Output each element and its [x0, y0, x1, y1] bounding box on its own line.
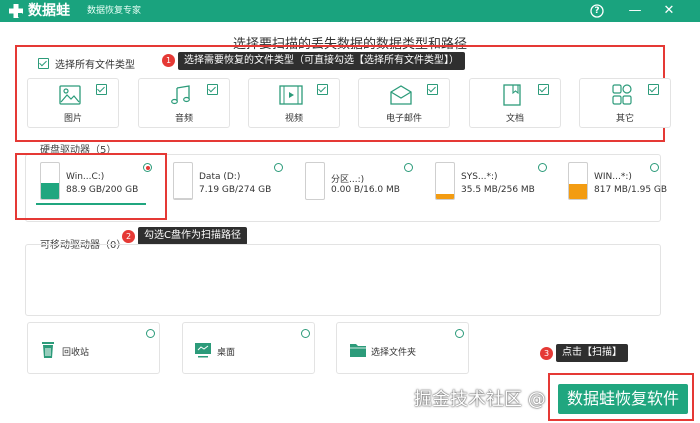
- file-type-email-checkbox[interactable]: [427, 84, 438, 95]
- app-name: 数据蛙: [28, 3, 70, 19]
- location-select-folder-label: 选择文件夹: [371, 348, 417, 358]
- annotation-tip-3: 点击【扫描】: [556, 344, 628, 362]
- file-type-image[interactable]: 图片: [27, 78, 119, 128]
- drive-sys-radio[interactable]: [538, 163, 547, 172]
- location-recycle-bin[interactable]: 回收站: [27, 322, 160, 374]
- annotation-badge-1: 1: [162, 54, 175, 67]
- drive-win[interactable]: WIN...*:) 817 MB/1.95 GB: [568, 160, 692, 206]
- drive-win-name: WIN...*:): [594, 172, 632, 182]
- drive-c-fill: [41, 183, 59, 199]
- help-button[interactable]: ?: [588, 2, 606, 20]
- video-icon: [279, 85, 303, 105]
- desktop-icon: [195, 343, 211, 358]
- drive-sys-size: 35.5 MB/256 MB: [461, 185, 535, 195]
- annotation-badge-3: 3: [540, 347, 553, 360]
- drive-d-disk-icon: [173, 162, 193, 200]
- image-icon: [59, 85, 81, 105]
- annotation-tip-1: 选择需要恢复的文件类型（可直接勾选【选择所有文件类型】）: [178, 52, 465, 70]
- drive-sys-name: SYS...*:): [461, 172, 498, 182]
- app-logo-icon: [9, 4, 23, 18]
- watermark-text: 掘金技术社区 @: [414, 389, 546, 410]
- drive-sys-disk-icon: [435, 162, 455, 200]
- annotation-box-scan: [548, 373, 694, 421]
- file-type-audio-label: 音频: [174, 114, 193, 124]
- app-subtitle: 数据恢复专家: [87, 6, 142, 16]
- file-type-video[interactable]: 视频: [248, 78, 340, 128]
- location-desktop[interactable]: 桌面: [182, 322, 315, 374]
- drive-c-disk-icon: [40, 162, 60, 200]
- drive-win-size: 817 MB/1.95 GB: [594, 185, 668, 195]
- drive-d-fill: [174, 197, 192, 199]
- file-type-email[interactable]: 电子邮件: [358, 78, 450, 128]
- document-icon: [503, 84, 521, 106]
- file-type-audio[interactable]: 音频: [138, 78, 230, 128]
- file-type-document-label: 文档: [505, 114, 524, 124]
- file-type-other[interactable]: 其它: [579, 78, 671, 128]
- drive-c-size: 88.9 GB/200 GB: [66, 185, 139, 195]
- drive-d-radio[interactable]: [274, 163, 283, 172]
- close-button[interactable]: ✕: [660, 2, 678, 20]
- file-type-image-label: 图片: [63, 114, 82, 124]
- recycle-bin-icon: [42, 342, 54, 358]
- drive-partition-disk-icon: [305, 162, 325, 200]
- file-type-audio-checkbox[interactable]: [207, 84, 218, 95]
- annotation-tip-2: 勾选C盘作为扫描路径: [138, 227, 247, 245]
- removable-drives-panel: [25, 244, 661, 316]
- file-type-document[interactable]: 文档: [469, 78, 561, 128]
- select-all-checkbox[interactable]: [38, 58, 49, 69]
- drive-c-selected-underline: [36, 203, 146, 205]
- location-recycle-bin-radio[interactable]: [146, 329, 155, 338]
- select-all-label: 选择所有文件类型: [55, 60, 135, 71]
- file-type-video-label: 视频: [284, 114, 303, 124]
- drive-c-radio[interactable]: [143, 163, 152, 172]
- location-select-folder-radio[interactable]: [455, 329, 464, 338]
- file-type-other-checkbox[interactable]: [648, 84, 659, 95]
- location-select-folder[interactable]: 选择文件夹: [336, 322, 469, 374]
- drive-partition-size: 0.00 B/16.0 MB: [331, 185, 400, 195]
- drive-d-name: Data (D:): [199, 172, 241, 182]
- location-recycle-bin-label: 回收站: [62, 348, 90, 358]
- music-icon: [171, 85, 190, 105]
- select-all-file-types[interactable]: 选择所有文件类型: [38, 56, 135, 71]
- drive-d-size: 7.19 GB/274 GB: [199, 185, 272, 195]
- drive-win-radio[interactable]: [650, 163, 659, 172]
- file-type-image-checkbox[interactable]: [96, 84, 107, 95]
- drive-sys-fill: [436, 193, 454, 199]
- help-glyph: ?: [594, 6, 600, 16]
- drive-win-fill: [569, 183, 587, 199]
- file-type-email-label: 电子邮件: [385, 114, 422, 124]
- file-type-video-checkbox[interactable]: [317, 84, 328, 95]
- file-type-other-label: 其它: [615, 114, 634, 124]
- minimize-button[interactable]: —: [626, 2, 644, 20]
- email-icon: [390, 85, 412, 105]
- file-type-document-checkbox[interactable]: [538, 84, 549, 95]
- drive-partition-name: 分区...:): [331, 175, 365, 185]
- other-icon: [612, 84, 632, 105]
- drive-c-name: Win...C:): [66, 172, 105, 182]
- location-desktop-label: 桌面: [217, 348, 236, 358]
- drive-partition-radio[interactable]: [404, 163, 413, 172]
- location-desktop-radio[interactable]: [301, 329, 310, 338]
- drive-win-disk-icon: [568, 162, 588, 200]
- folder-icon: [350, 344, 366, 357]
